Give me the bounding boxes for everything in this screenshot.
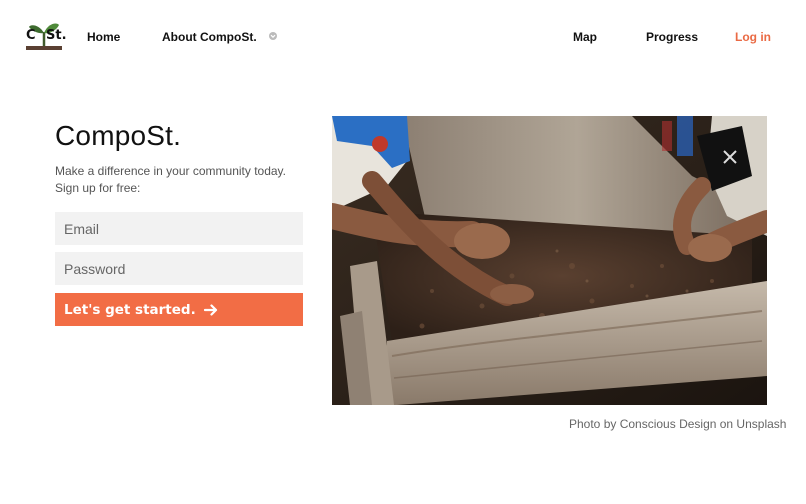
compost-photo-illustration [332, 116, 767, 405]
logo-text-left: C [26, 28, 36, 43]
chevron-down-icon[interactable] [268, 31, 278, 41]
page-subtitle: Make a difference in your community toda… [55, 164, 286, 195]
nav-login-link[interactable]: Log in [735, 30, 771, 44]
page-title: CompoSt. [55, 120, 182, 151]
logo[interactable]: C St. [25, 19, 67, 51]
logo-soil-bar [26, 46, 62, 50]
nav-home-link[interactable]: Home [87, 30, 120, 44]
nav-about-link[interactable]: About CompoSt. [162, 30, 257, 44]
signup-button-label: Let's get started. [64, 301, 196, 318]
photo-caption: Photo by Conscious Design on Unsplash [569, 417, 787, 431]
email-field[interactable] [55, 212, 303, 245]
nav-map-link[interactable]: Map [573, 30, 597, 44]
signup-button[interactable]: Let's get started. [55, 293, 303, 326]
hero-photo [332, 116, 767, 405]
nav-progress-link[interactable]: Progress [646, 30, 698, 44]
password-field[interactable] [55, 252, 303, 285]
logo-text-right: St. [46, 28, 67, 43]
arrow-right-icon [203, 303, 217, 316]
